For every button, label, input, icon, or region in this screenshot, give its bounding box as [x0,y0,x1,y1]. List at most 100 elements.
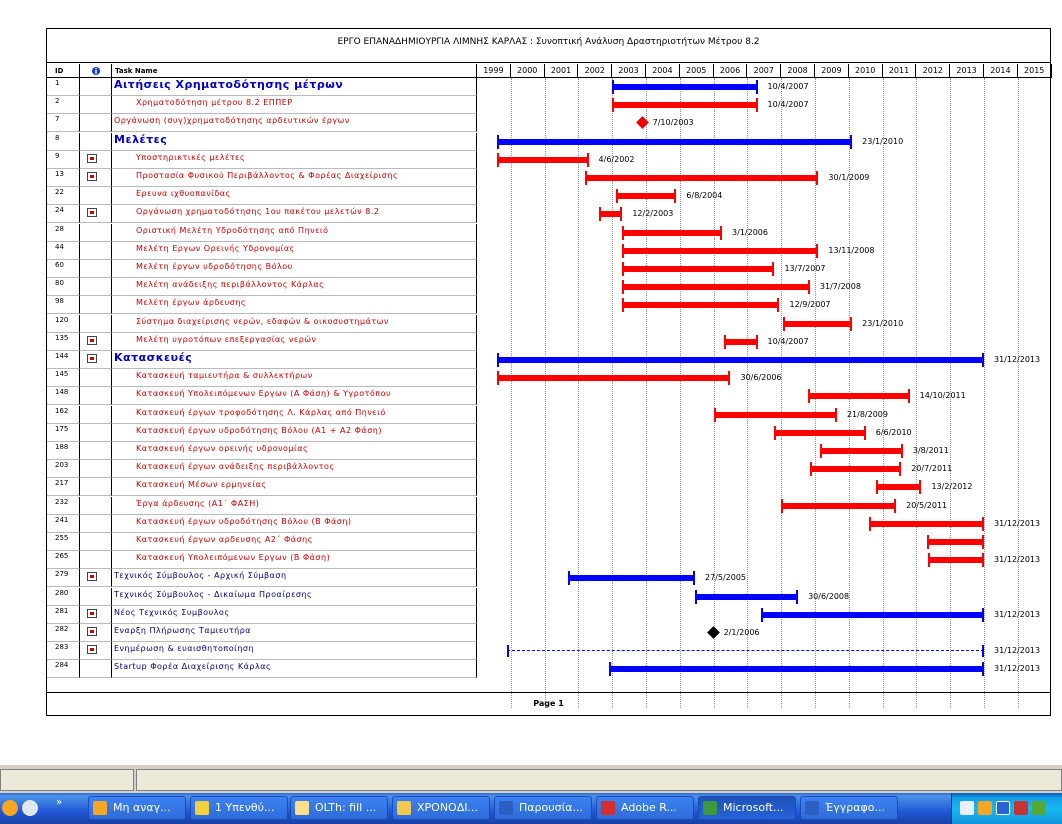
taskbar-button[interactable]: Παρουσία... [494,796,592,820]
note-icon[interactable] [87,153,97,163]
clock-icon[interactable] [978,801,992,815]
taskbar-button[interactable]: Microsoft... [698,796,796,820]
task-name[interactable]: Μελέτη Εργων Ορεινής Υδρονομίας [112,241,477,260]
milestone-diamond[interactable] [706,626,720,639]
task-bar[interactable] [497,152,589,167]
task-name[interactable]: Χρηματοδότηση μέτρου 8.2 ΕΠΠΕΡ [112,96,477,115]
year-label: 2005 [680,64,714,78]
task-name[interactable]: Κατασκευή έργων τροφοδότησης Λ. Κάρλας α… [112,405,477,424]
chevron-right-icon[interactable]: » [56,797,62,808]
task-bar[interactable] [497,371,731,386]
task-bar[interactable] [497,134,853,149]
finish-date-label: 13/11/2008 [828,245,875,255]
task-name[interactable]: Νέος Τεχνικός Συμβουλος [112,605,477,624]
task-name[interactable]: Κατασκευή έργων ανάδειξης περιβάλλοντος [112,460,477,479]
task-bar[interactable] [612,80,758,94]
task-bar[interactable] [808,389,910,404]
task-name[interactable]: Κατασκευές [112,351,477,369]
task-bar[interactable] [608,662,984,677]
taskbar-button[interactable]: OLTh: fill ... [290,796,388,820]
task-bar[interactable] [760,607,984,622]
task-name[interactable]: Οριστική Μελέτη Υδροδότησης από Πηνειό [112,223,477,242]
task-name[interactable]: Μελέτη υγροτόπων επεξεργασίας νερών [112,332,477,351]
task-name[interactable]: Μελέτη έργων άρδευσης [112,296,477,315]
task-bar[interactable] [782,316,853,331]
task-name[interactable]: Κατασκευή Υπολειπόμενων Εργων (Β Φάση) [112,551,477,570]
task-name[interactable]: Έργα άρδευσης (Α1΄ ΦΑΣΗ) [112,496,477,515]
bar-end-cap [926,535,929,549]
security-icon[interactable] [1014,801,1028,815]
task-name[interactable]: Κατασκευή έργων ορεινής υδρονομίας [112,442,477,460]
task-bar[interactable] [781,498,897,513]
task-bar[interactable] [928,553,984,568]
note-icon[interactable] [87,627,97,636]
task-name[interactable]: Τεχνικός Σύμβουλος - Δικαίωμα Προαίρεσης [112,587,477,606]
task-name[interactable]: Μελέτες [112,132,477,151]
task-bar[interactable] [497,353,984,367]
task-bar[interactable] [875,480,922,495]
task-id: 175 [47,423,80,442]
clock-icon[interactable] [2,800,18,816]
task-name[interactable]: Κατασκευή έργων υδροδότησης Βόλου (Β Φάσ… [112,514,477,533]
recurring-task-line[interactable] [507,645,984,658]
task-bar[interactable] [723,334,758,349]
note-icon[interactable] [87,208,97,218]
indicator-cell [80,569,112,588]
task-name[interactable]: Μελέτη ανάδειξης περιβάλλοντος Κάρλας [112,278,477,297]
taskbar-button[interactable]: Adobe R... [596,796,694,820]
task-name[interactable]: Τεχνικός Σύμβουλος - Αρχική Σύμβαση [112,569,477,588]
note-icon[interactable] [87,335,97,345]
task-name[interactable]: Startup Φορέα Διαχείρισης Κάρλας [112,660,477,679]
task-name[interactable]: Κατασκευή έργων αρδευσης Α2΄ Φάσης [112,533,477,551]
help-icon[interactable] [22,800,38,816]
year-label: 2012 [916,64,951,78]
taskbar-button[interactable]: Μη αναγ... [88,796,186,820]
task-bar[interactable] [568,571,695,586]
task-name[interactable]: Κατασκευή Μέσων ερμηνείας [112,478,477,497]
task-bar[interactable] [774,425,866,440]
task-bar[interactable] [622,225,723,240]
task-name[interactable]: Κατασκευή ταμιευτήρα & συλλεκτήρων [112,369,477,388]
task-bar[interactable] [809,462,902,477]
task-name[interactable]: Οργάνωση (συγ)χρηματοδότησης αρδευτικών … [112,114,477,133]
taskbar-button[interactable]: Έγγραφο... [800,796,898,820]
task-bar[interactable] [820,444,903,458]
task-name[interactable]: Αιτήσεις Χρηματοδότησης μέτρων [112,78,477,96]
task-id: 60 [47,260,80,278]
note-icon[interactable] [87,645,97,655]
task-bar[interactable] [622,262,775,276]
task-name[interactable]: Κατασκευή Υπολειπόμενων Εργων (Α Φάση) &… [112,387,477,406]
task-name[interactable]: Μελέτη έργων υδροδότησης Βόλου [112,260,477,278]
finish-date-label: 31/7/2008 [819,282,861,292]
milestone-date-label: 2/1/2006 [723,628,760,637]
task-name[interactable]: Ερευνα ιχθυοπανίδας [112,187,477,206]
task-bar[interactable] [622,280,810,295]
task-bar[interactable] [926,535,984,549]
task-name[interactable]: Προστασία Φυσικού Περιβάλλοντος & Φορέας… [112,169,477,187]
update-icon[interactable] [1032,801,1046,815]
task-bar[interactable] [598,207,623,222]
task-bar[interactable] [612,98,758,113]
task-bar[interactable] [585,171,819,185]
task-bar[interactable] [869,516,984,531]
task-name[interactable]: Εναρξη Πλήρωσης Ταμιευτήρα [112,624,477,642]
tray-app-icon[interactable] [960,801,974,815]
note-icon[interactable] [87,572,97,582]
note-icon[interactable] [87,354,97,363]
note-icon[interactable] [87,172,97,181]
taskbar-button[interactable]: ΧΡΟΝΟΔΙ... [392,796,490,820]
task-bar[interactable] [622,243,819,258]
note-icon[interactable] [87,608,97,618]
task-name[interactable]: Οργάνωση χρηματοδότησης 1ου πακέτου μελε… [112,205,477,224]
task-bar[interactable] [622,298,780,313]
task-bar[interactable] [695,589,799,604]
task-name[interactable]: Κατασκευή έργων υδροδότησης Βόλου (Α1 + … [112,423,477,442]
finish-date-label: 31/12/2013 [994,555,1041,565]
task-bar[interactable] [713,407,837,422]
task-bar[interactable] [615,189,677,204]
network-icon[interactable] [996,801,1010,815]
task-name[interactable]: Σύστημα διαχείρισης νερών, εδαφών & οικο… [112,314,477,333]
taskbar-button[interactable]: 1 Υπενθύ... [190,796,288,820]
task-name[interactable]: Ενημέρωση & ευαισθητοποίηση [112,642,477,661]
task-name[interactable]: Υποστηρικτικές μελέτες [112,150,477,169]
